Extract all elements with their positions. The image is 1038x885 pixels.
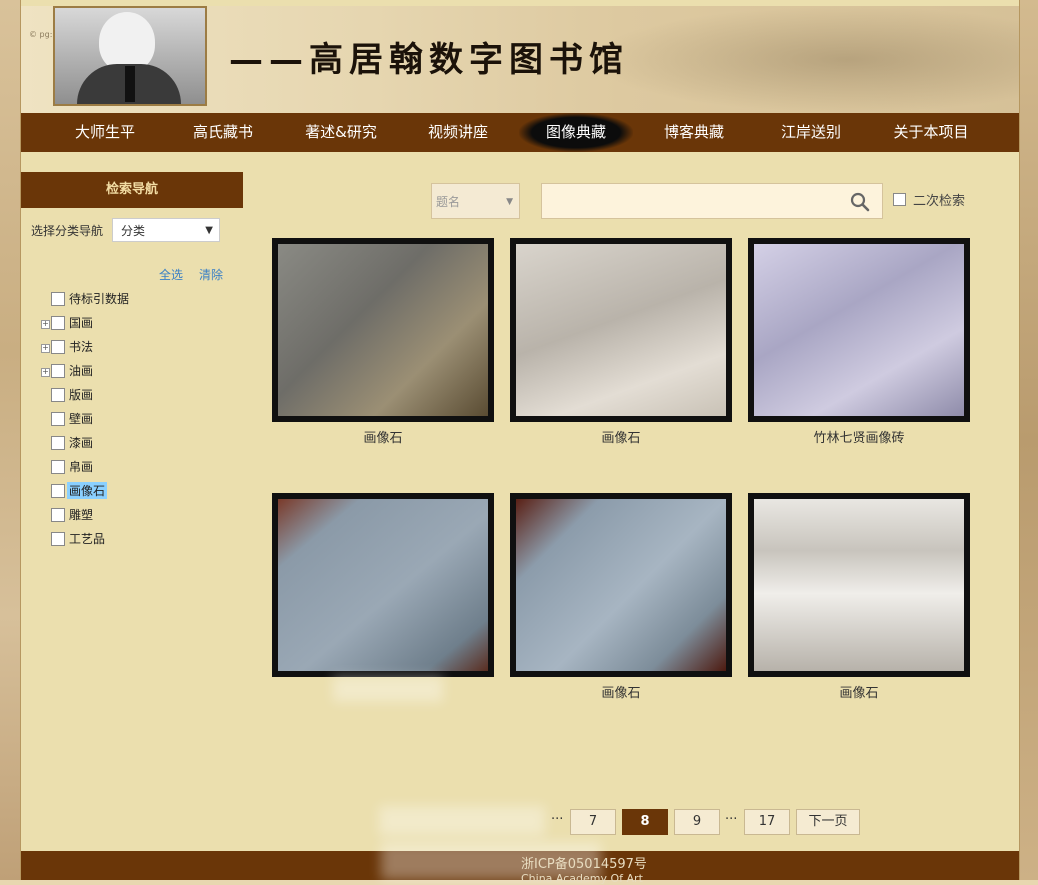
page-button-current[interactable]: 8	[622, 809, 668, 835]
nav-item-books[interactable]: 高氏藏书	[171, 113, 275, 152]
pagination-ellipsis: ···	[551, 812, 564, 827]
brick-relief-image	[754, 244, 964, 416]
tree-item-label: 国画	[69, 316, 94, 330]
result-caption[interactable]: 画像石	[510, 427, 732, 446]
header-banner: © pg: lv ——高居翰数字图书馆	[21, 6, 1019, 113]
blurred-pagination	[379, 806, 545, 836]
page-frame: © pg: lv ——高居翰数字图书馆 大师生平 高氏藏书 著述&研究 视频讲座…	[20, 0, 1020, 885]
checkbox[interactable]	[51, 292, 65, 306]
secondary-search-checkbox[interactable]	[893, 193, 906, 206]
checkbox[interactable]	[51, 412, 65, 426]
checkbox[interactable]	[51, 484, 65, 498]
expand-icon[interactable]: +	[41, 344, 50, 353]
tree-item-label: 帛画	[69, 460, 94, 474]
relief-image	[516, 244, 726, 416]
result-thumbnail[interactable]	[272, 493, 494, 677]
nav-item-blog[interactable]: 博客典藏	[641, 113, 747, 152]
clear-link[interactable]: 清除	[199, 266, 223, 283]
blurred-caption	[333, 676, 443, 702]
result-caption[interactable]: 画像石	[272, 427, 494, 446]
nav-item-farewell[interactable]: 江岸送别	[759, 113, 863, 152]
next-page-button[interactable]: 下一页	[796, 809, 860, 835]
result-thumbnail[interactable]	[510, 493, 732, 677]
chevron-down-icon: ▼	[205, 225, 213, 236]
search-field-label: 题名	[436, 195, 461, 209]
site-title: ——高居翰数字图书馆	[229, 40, 629, 80]
checkbox[interactable]	[51, 340, 65, 354]
category-select-value: 分类	[121, 224, 146, 238]
secondary-search-label: 二次检索	[913, 194, 966, 209]
right-decorative-strip	[1018, 0, 1038, 880]
result-caption[interactable]: 竹林七贤画像砖	[748, 427, 970, 446]
relief-image	[278, 499, 488, 671]
nav-item-lectures[interactable]: 视频讲座	[405, 113, 511, 152]
footer-copyright: China Academy Of Art	[521, 872, 643, 885]
sidebar-heading: 检索导航	[21, 172, 243, 208]
tree-item-label: 书法	[69, 340, 94, 354]
result-thumbnail[interactable]	[272, 238, 494, 422]
checkbox[interactable]	[51, 532, 65, 546]
tree-item-label: 待标引数据	[69, 292, 130, 306]
rubbing-image	[754, 499, 964, 671]
expand-icon[interactable]: +	[41, 320, 50, 329]
nav-item-bio[interactable]: 大师生平	[51, 113, 159, 152]
search-field-select[interactable]: 题名 ▼	[431, 183, 520, 219]
pagination-ellipsis: ···	[725, 812, 738, 827]
relief-image	[278, 244, 488, 416]
nav-item-research[interactable]: 著述&研究	[287, 113, 395, 152]
tree-item-label: 油画	[69, 364, 94, 378]
category-label: 选择分类导航	[31, 224, 104, 238]
main-nav: 大师生平 高氏藏书 著述&研究 视频讲座 图像典藏 博客典藏 江岸送别 关于本项…	[21, 113, 1019, 152]
tree-item-label: 壁画	[69, 412, 94, 426]
result-thumbnail[interactable]	[510, 238, 732, 422]
result-thumbnail[interactable]	[748, 493, 970, 677]
checkbox[interactable]	[51, 460, 65, 474]
result-caption[interactable]: 画像石	[510, 682, 732, 701]
tree-item-label: 漆画	[69, 436, 94, 450]
result-caption[interactable]: 画像石	[748, 682, 970, 701]
tree-item-label: 雕塑	[69, 508, 94, 522]
checkbox[interactable]	[51, 388, 65, 402]
nav-item-images[interactable]: 图像典藏	[519, 113, 633, 152]
checkbox[interactable]	[51, 316, 65, 330]
banner-painting	[589, 6, 1019, 113]
portrait-image	[53, 6, 207, 106]
tree-item-label: 版画	[69, 388, 94, 402]
checkbox[interactable]	[51, 436, 65, 450]
select-all-link[interactable]: 全选	[159, 266, 183, 283]
tree-item-label: 画像石	[67, 482, 108, 499]
category-select[interactable]: 分类 ▼	[112, 218, 220, 242]
checkbox[interactable]	[51, 364, 65, 378]
search-input[interactable]	[541, 183, 883, 219]
tree-item-label: 工艺品	[69, 532, 106, 546]
relief-image	[516, 499, 726, 671]
chevron-down-icon: ▼	[506, 197, 513, 207]
result-thumbnail[interactable]	[748, 238, 970, 422]
page-button[interactable]: 7	[570, 809, 616, 835]
page-button[interactable]: 9	[674, 809, 720, 835]
footer-icp: 浙ICP备05014597号	[521, 857, 647, 872]
checkbox[interactable]	[51, 508, 65, 522]
nav-item-about[interactable]: 关于本项目	[875, 113, 987, 152]
page-button[interactable]: 17	[744, 809, 790, 835]
expand-icon[interactable]: +	[41, 368, 50, 377]
left-decorative-strip	[0, 0, 22, 880]
search-icon[interactable]	[850, 192, 870, 212]
